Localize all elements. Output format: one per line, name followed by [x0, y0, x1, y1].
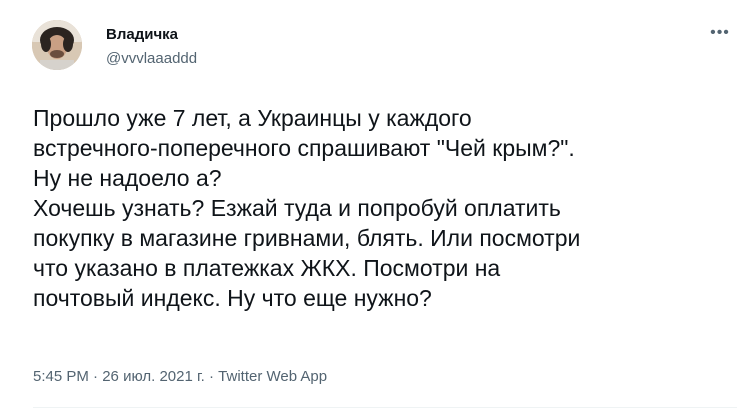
tweet-meta: 5:45 PM · 26 июл. 2021 г. · Twitter Web …	[33, 368, 327, 385]
tweet-text-line: Прошло уже 7 лет, а Украинцы у каждого	[33, 105, 472, 131]
tweet-time[interactable]: 5:45 PM	[33, 368, 89, 385]
meta-separator: ·	[204, 368, 219, 385]
avatar-image	[32, 20, 82, 70]
author-name[interactable]: Владичка	[106, 26, 178, 43]
tweet-date[interactable]: 26 июл. 2021 г.	[102, 368, 205, 385]
tweet-text-line: Ну не надоело а?	[33, 165, 222, 191]
meta-separator: ·	[88, 368, 103, 385]
more-button[interactable]: •••	[700, 20, 740, 46]
tweet-text: Прошло уже 7 лет, а Украинцы у каждого в…	[33, 103, 738, 313]
ellipsis-icon: •••	[710, 24, 730, 41]
tweet-text-line: что указано в платежках ЖКХ. Посмотри на	[33, 255, 501, 281]
tweet-card: Владичка @vvvlaaaddd ••• Прошло уже 7 ле…	[0, 0, 749, 415]
author-handle[interactable]: @vvvlaaaddd	[106, 50, 197, 67]
avatar[interactable]	[32, 20, 82, 70]
divider	[33, 407, 737, 408]
tweet-text-line: покупку в магазине гривнами, блять. Или …	[33, 225, 581, 251]
tweet-text-line: почтовый индекс. Ну что еще нужно?	[33, 285, 432, 311]
tweet-text-line: встречного-поперечного спрашивают "Чей к…	[33, 135, 575, 161]
tweet-text-line: Хочешь узнать? Езжай туда и попробуй опл…	[33, 195, 561, 221]
tweet-source[interactable]: Twitter Web App	[218, 368, 327, 385]
